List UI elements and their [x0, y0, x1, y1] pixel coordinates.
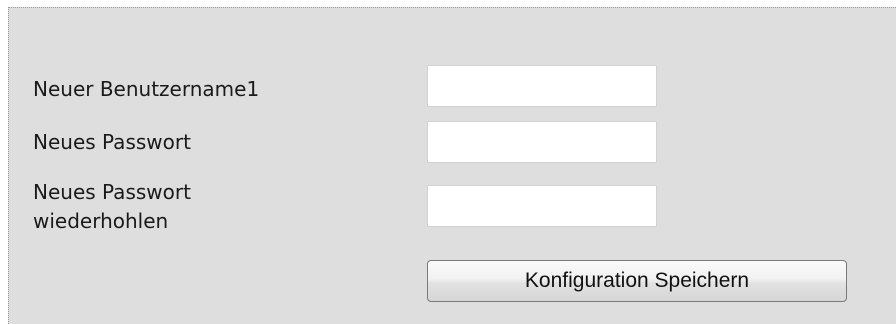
password-label: Neues Passwort — [33, 130, 191, 154]
new-username-input[interactable] — [427, 65, 657, 107]
repeat-password-input[interactable] — [427, 185, 657, 227]
repeat-password-label-line2: wiederhohlen — [33, 209, 169, 233]
username-label: Neuer Benutzername1 — [33, 77, 260, 101]
credentials-panel: Neuer Benutzername1 Neues Passwort Neues… — [8, 7, 896, 324]
repeat-password-label-line1: Neues Passwort — [33, 180, 191, 204]
new-password-input[interactable] — [427, 121, 657, 163]
repeat-password-label: Neues Passwort wiederhohlen — [33, 178, 191, 236]
save-configuration-button[interactable]: Konfiguration Speichern — [427, 260, 847, 302]
